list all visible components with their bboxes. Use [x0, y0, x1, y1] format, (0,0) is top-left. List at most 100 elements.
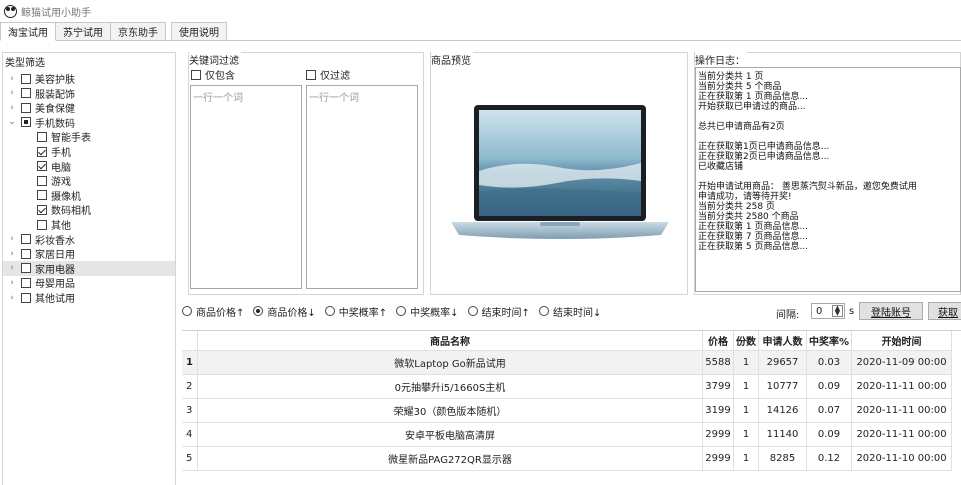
- category-checkbox[interactable]: [37, 131, 47, 142]
- category-item[interactable]: › 服装配饰: [3, 86, 175, 101]
- chevron-right-icon[interactable]: ›: [7, 293, 17, 303]
- interval-value: 0: [816, 305, 823, 317]
- category-item[interactable]: › 其他试用: [3, 290, 175, 305]
- category-item[interactable]: › 母婴用品: [3, 275, 175, 290]
- sort-option[interactable]: 结束时间↓: [538, 304, 602, 319]
- category-checkbox[interactable]: [21, 277, 31, 288]
- category-checkbox[interactable]: [37, 146, 47, 157]
- table-cell: 1: [734, 399, 759, 423]
- category-checkbox[interactable]: [21, 234, 31, 245]
- category-item[interactable]: 智能手表: [3, 129, 175, 144]
- exclude-only-checkbox[interactable]: 仅过滤: [306, 67, 350, 82]
- table-cell: 5588: [703, 351, 734, 375]
- sort-radio[interactable]: [324, 306, 335, 316]
- category-checkbox[interactable]: [21, 292, 31, 303]
- tab-suning[interactable]: 苏宁试用: [55, 22, 111, 40]
- column-header[interactable]: [182, 331, 198, 351]
- chevron-right-icon[interactable]: ›: [7, 278, 17, 288]
- include-only-checkbox[interactable]: 仅包含: [191, 67, 235, 82]
- tab-taobao[interactable]: 淘宝试用: [0, 22, 56, 41]
- sort-radio[interactable]: [182, 306, 192, 316]
- category-item[interactable]: › 美容护肤: [3, 71, 175, 86]
- chevron-right-icon[interactable]: ›: [7, 88, 17, 98]
- category-item[interactable]: › 家用电器: [3, 260, 175, 276]
- category-item[interactable]: › 彩妆香水: [3, 232, 175, 247]
- exclude-keywords-textarea[interactable]: 一行一个词: [306, 85, 418, 289]
- chevron-right-icon[interactable]: ›: [7, 249, 17, 259]
- sort-option[interactable]: 中奖概率↓: [396, 304, 459, 319]
- column-header[interactable]: 商品名称: [198, 331, 703, 351]
- interval-spinner[interactable]: 0 ▲ ▼: [811, 303, 845, 319]
- category-checkbox[interactable]: [37, 161, 47, 172]
- category-item[interactable]: › 家居日用: [3, 246, 175, 261]
- log-line: 申请成功，请等待开奖!: [698, 192, 792, 202]
- category-item[interactable]: 摄像机: [3, 188, 175, 203]
- category-item[interactable]: 其他: [3, 217, 175, 232]
- sort-option[interactable]: 商品价格↓: [253, 304, 316, 319]
- table-row[interactable]: 5 微星新品PAG272QR显示器 2999 1 8285 0.12 2020-11-10 …: [182, 447, 961, 471]
- spinner-arrows-icon[interactable]: ▲ ▼: [832, 305, 843, 317]
- sort-radio[interactable]: [253, 306, 264, 316]
- category-checkbox[interactable]: [21, 117, 31, 128]
- chevron-right-icon[interactable]: ›: [7, 74, 17, 84]
- column-header[interactable]: 中奖率%: [807, 331, 852, 351]
- category-checkbox[interactable]: [21, 248, 31, 259]
- column-header[interactable]: 价格: [703, 331, 734, 351]
- table-cell: 2020-11-09 00:00: [852, 351, 952, 375]
- sort-option[interactable]: 中奖概率↑: [324, 304, 387, 319]
- column-header[interactable]: 份数: [734, 331, 759, 351]
- table-row[interactable]: 1 微软Laptop Go新品试用 5588 1 29657 0.03 2020-11-09…: [182, 351, 961, 375]
- category-checkbox[interactable]: [37, 204, 47, 215]
- category-checkbox[interactable]: [21, 102, 31, 113]
- sort-radio[interactable]: [538, 306, 549, 316]
- category-item[interactable]: ⌄ 手机数码: [3, 115, 175, 130]
- chevron-right-icon[interactable]: ›: [7, 103, 17, 113]
- table-row[interactable]: 2 0元抽攀升i5/1660S主机 3799 1 10777 0.09 2020-11-11…: [182, 375, 961, 399]
- category-checkbox[interactable]: [37, 175, 47, 186]
- column-header[interactable]: 申请人数: [759, 331, 807, 351]
- chevron-right-icon[interactable]: ›: [7, 263, 17, 273]
- table-cell: 3199: [703, 399, 734, 423]
- sort-option-label: 结束时间↓: [552, 307, 602, 319]
- include-only-checkbox-box[interactable]: [191, 69, 201, 80]
- chevron-right-icon[interactable]: ›: [7, 234, 17, 244]
- table-cell: 荣耀30（颜色版本随机）: [198, 399, 703, 423]
- category-item[interactable]: 电脑: [3, 159, 175, 174]
- category-label: 母婴用品: [35, 279, 75, 291]
- category-checkbox[interactable]: [37, 190, 47, 201]
- category-label: 游戏: [51, 177, 71, 189]
- sort-option[interactable]: 商品价格↑: [182, 304, 244, 319]
- login-account-button[interactable]: 登陆账号: [859, 302, 923, 320]
- category-item[interactable]: 手机: [3, 144, 175, 159]
- column-header[interactable]: 开始时间: [852, 331, 952, 351]
- category-label: 家用电器: [35, 264, 75, 276]
- table-row[interactable]: 4 安卓平板电脑高清屏 2999 1 11140 0.09 2020-11-11 00:00: [182, 423, 961, 447]
- category-item[interactable]: 数码相机: [3, 202, 175, 217]
- product-preview-group: 商品预览: [430, 52, 688, 295]
- exclude-only-checkbox-box[interactable]: [306, 69, 316, 80]
- chevron-down-icon[interactable]: ⌄: [7, 117, 17, 127]
- sort-option[interactable]: 结束时间↑: [467, 304, 530, 319]
- tab-jd[interactable]: 京东助手: [110, 22, 166, 40]
- sort-radio[interactable]: [396, 306, 407, 316]
- category-item[interactable]: 游戏: [3, 173, 175, 188]
- include-keywords-textarea[interactable]: 一行一个词: [190, 85, 302, 289]
- table-row[interactable]: 3 荣耀30（颜色版本随机） 3199 1 14126 0.07 2020-11-11 00…: [182, 399, 961, 423]
- panda-logo-icon: [4, 4, 17, 18]
- category-filter-title: 类型筛选: [5, 58, 45, 69]
- sort-radio[interactable]: [467, 306, 478, 316]
- interval-unit: s: [849, 306, 855, 317]
- category-label: 手机数码: [35, 118, 75, 130]
- category-item[interactable]: › 美食保健: [3, 100, 175, 115]
- table-cell: 0.09: [807, 375, 852, 399]
- operation-log-textarea[interactable]: 当前分类共 1 页当前分类共 5 个商品 正在获取第 1 页商品信息... 开始获取…: [695, 67, 961, 292]
- fetch-button[interactable]: 获取: [928, 302, 961, 320]
- category-checkbox[interactable]: [21, 73, 31, 84]
- category-checkbox[interactable]: [21, 263, 31, 274]
- sort-option-label: 商品价格↓: [267, 307, 316, 319]
- category-checkbox[interactable]: [21, 88, 31, 99]
- category-checkbox[interactable]: [37, 219, 47, 230]
- tab-instructions[interactable]: 使用说明: [171, 22, 227, 40]
- row-number: 5: [182, 447, 198, 471]
